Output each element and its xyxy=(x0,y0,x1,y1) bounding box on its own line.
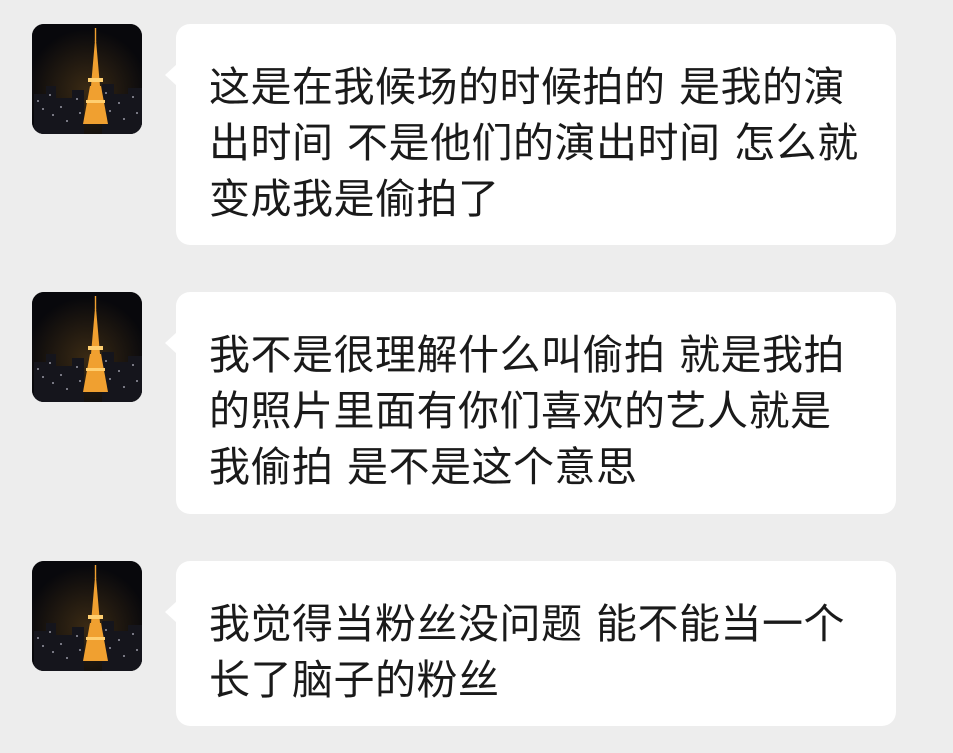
message-text: 我觉得当粉丝没问题 能不能当一个长了脑子的粉丝 xyxy=(209,600,846,704)
sender-avatar[interactable] xyxy=(32,561,142,671)
message-bubble[interactable]: 我不是很理解什么叫偷拍 就是我拍的照片里面有你们喜欢的艺人就是我偷拍 是不是这个… xyxy=(165,292,896,514)
message-text: 我不是很理解什么叫偷拍 就是我拍的照片里面有你们喜欢的艺人就是我偷拍 是不是这个… xyxy=(209,331,846,491)
tokyo-tower-night-icon xyxy=(32,561,142,671)
sender-avatar[interactable] xyxy=(32,292,142,402)
sender-avatar[interactable] xyxy=(32,24,142,134)
chat-message-list: 这是在我候场的时候拍的 是我的演出时间 不是他们的演出时间 怎么就变成我是偷拍了 xyxy=(0,0,953,753)
tokyo-tower-night-icon xyxy=(32,292,142,402)
tokyo-tower-night-icon xyxy=(32,24,142,134)
message-bubble[interactable]: 我觉得当粉丝没问题 能不能当一个长了脑子的粉丝 xyxy=(165,561,896,726)
message-bubble[interactable]: 这是在我候场的时候拍的 是我的演出时间 不是他们的演出时间 怎么就变成我是偷拍了 xyxy=(165,24,896,245)
message-text: 这是在我候场的时候拍的 是我的演出时间 不是他们的演出时间 怎么就变成我是偷拍了 xyxy=(209,63,859,223)
